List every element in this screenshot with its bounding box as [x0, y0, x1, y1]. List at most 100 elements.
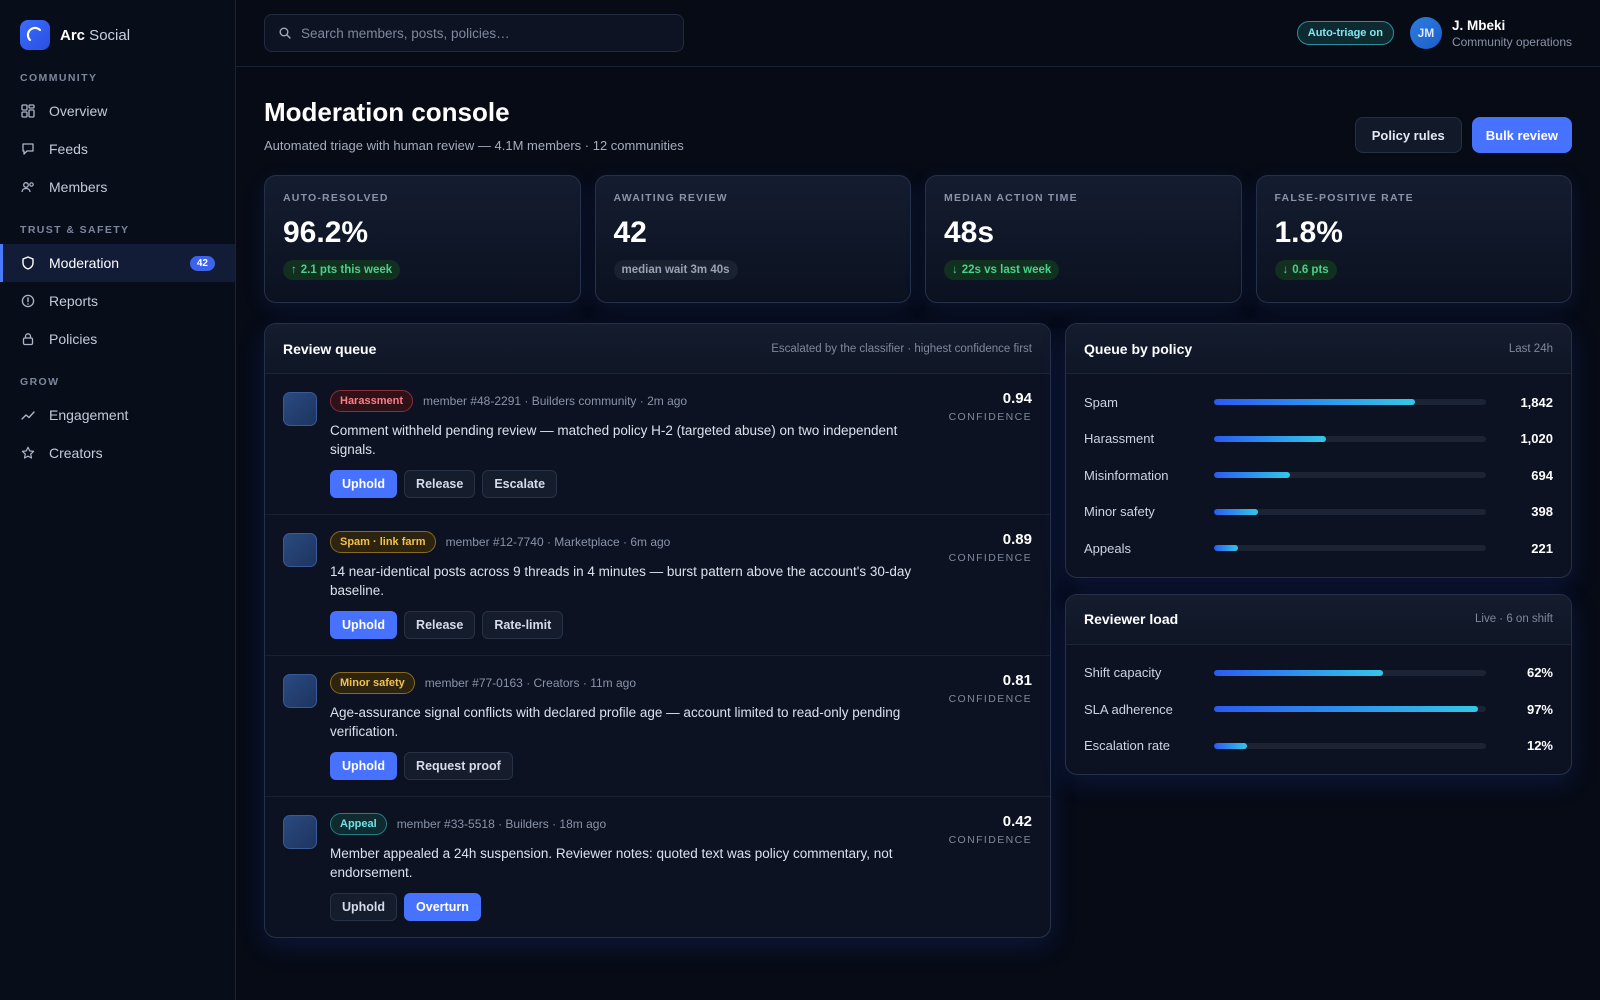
- sidebar-item-members[interactable]: Members: [0, 168, 235, 206]
- confidence-label: CONFIDENCE: [948, 693, 1032, 705]
- queue-item-body: Appeal member #33-5518 · Builders · 18m a…: [330, 813, 942, 921]
- sidebar-item-label: Overview: [49, 103, 108, 119]
- search-placeholder: Search members, posts, policies…: [301, 25, 510, 41]
- queue-item-text: Comment withheld pending review — matche…: [330, 423, 898, 457]
- queue-item-text: Member appealed a 24h suspension. Review…: [330, 846, 893, 880]
- auto-triage-badge[interactable]: Auto-triage on: [1296, 21, 1394, 45]
- bar-track: [1214, 742, 1486, 749]
- sidebar-item-label: Policies: [49, 331, 98, 347]
- bar-value: 1,020: [1520, 431, 1553, 447]
- bar-row: Spam 1,842: [1084, 384, 1553, 421]
- shield-icon: [20, 255, 36, 271]
- content-thumbnail[interactable]: [283, 392, 317, 426]
- content-thumbnail[interactable]: [283, 674, 317, 708]
- stat-trend-text: 2.1 pts this week: [300, 264, 393, 276]
- stat-label: MEDIAN ACTION TIME: [944, 192, 1078, 204]
- search-input[interactable]: Search members, posts, policies…: [264, 14, 684, 52]
- bar-label: Appeals: [1084, 540, 1131, 556]
- content-thumbnail[interactable]: [283, 815, 317, 849]
- nav-count-badge: 42: [189, 255, 215, 271]
- queue-item-actions: Uphold Release Rate-limit: [330, 611, 942, 639]
- sidebar-nav: COMMUNITY Overview Feeds Members TRUST & SAF…: [0, 72, 235, 472]
- queue-by-policy-title: Queue by policy: [1084, 340, 1193, 357]
- queue-item: Harassment member #48-2291 · Builders com…: [265, 374, 1050, 515]
- confidence-label: CONFIDENCE: [948, 411, 1032, 423]
- bar-track: [1214, 508, 1486, 515]
- sidebar-item-label: Members: [49, 179, 108, 195]
- policy-rules-button[interactable]: Policy rules: [1354, 117, 1462, 153]
- confidence-score: 0.89 CONFIDENCE: [942, 531, 1032, 639]
- queue-item-body: Spam · link farm member #12-7740 · Market…: [330, 531, 942, 639]
- stat-card: FALSE-POSITIVE RATE 1.8% ↓ 0.6 pts: [1255, 175, 1572, 303]
- nav-section-title: GROW: [20, 376, 60, 388]
- sidebar-item-policies[interactable]: Policies: [0, 320, 235, 358]
- brand-name: Arc Social: [60, 26, 131, 44]
- stat-card: AUTO-RESOLVED 96.2% ↑ 2.1 pts this week: [264, 175, 581, 303]
- side-column: Queue by policy Last 24h Spam 1,842 Harass…: [1065, 323, 1572, 938]
- sidebar-item-creators[interactable]: Creators: [0, 434, 235, 472]
- uphold-button[interactable]: Uphold: [330, 470, 398, 498]
- bar-fill: [1214, 508, 1258, 515]
- uphold-button[interactable]: Uphold: [330, 611, 398, 639]
- sidebar-item-feeds[interactable]: Feeds: [0, 130, 235, 168]
- bar-value: 398: [1531, 504, 1553, 520]
- main: Search members, posts, policies… Auto-tr…: [236, 0, 1600, 1000]
- sidebar-item-reports[interactable]: Reports: [0, 282, 235, 320]
- reviewer-load-title: Reviewer load: [1084, 611, 1179, 627]
- sidebar-item-engagement[interactable]: Engagement: [0, 396, 235, 434]
- stat-trend-chip: median wait 3m 40s: [613, 260, 738, 280]
- reviewer-load-panel: Reviewer load Live · 6 on shift Shift ca…: [1065, 593, 1572, 775]
- overturn-button[interactable]: Overturn: [404, 893, 481, 921]
- review-queue-panel: Review queue Escalated by the classifier…: [264, 323, 1051, 938]
- sidebar-item-label: Engagement: [49, 407, 129, 423]
- confidence-value: 0.81: [1002, 672, 1032, 689]
- queue-item: Minor safety member #77-0163 · Creators ·…: [265, 656, 1050, 797]
- bar-row: Appeals 221: [1084, 530, 1553, 567]
- queue-item-actions: Uphold Request proof: [330, 752, 942, 780]
- queue-item-body: Minor safety member #77-0163 · Creators ·…: [330, 672, 942, 780]
- alert-icon: [20, 293, 36, 309]
- bar-fill: [1214, 399, 1416, 406]
- stat-card: MEDIAN ACTION TIME 48s ↓ 22s vs last week: [925, 175, 1242, 303]
- bar-value: 694: [1531, 467, 1553, 483]
- escalate-button[interactable]: Escalate: [482, 470, 558, 498]
- content-thumbnail[interactable]: [283, 533, 317, 567]
- sidebar-item-moderation[interactable]: Moderation 42: [0, 244, 235, 282]
- avatar[interactable]: JM: [1409, 17, 1442, 49]
- release-button[interactable]: Release: [404, 470, 476, 498]
- arrow-down-icon: ↓: [1282, 264, 1289, 276]
- bar-label: Spam: [1084, 394, 1118, 410]
- confidence-score: 0.42 CONFIDENCE: [942, 813, 1032, 921]
- review-queue-header: Review queue Escalated by the classifier…: [265, 324, 1050, 374]
- queue-item-member: member #77-0163 · Creators · 11m ago: [424, 676, 637, 690]
- sidebar-item-overview[interactable]: Overview: [0, 92, 235, 130]
- bar-value: 62%: [1526, 665, 1553, 681]
- rate-limit-button[interactable]: Rate-limit: [482, 611, 564, 639]
- stat-trend-text: 0.6 pts: [1292, 264, 1329, 276]
- bar-fill: [1214, 706, 1478, 713]
- review-queue-note: Escalated by the classifier · highest co…: [771, 342, 1032, 355]
- stat-label: FALSE-POSITIVE RATE: [1274, 192, 1414, 204]
- queue-item-meta: Minor safety member #77-0163 · Creators ·…: [330, 672, 942, 694]
- bar-fill: [1214, 545, 1239, 552]
- policy-tag: Harassment: [330, 390, 413, 412]
- uphold-button[interactable]: Uphold: [330, 752, 398, 780]
- search-icon: [279, 27, 291, 39]
- review-queue-title: Review queue: [283, 340, 377, 357]
- queue-item-member: member #48-2291 · Builders community · 2…: [422, 394, 688, 408]
- request-proof-button[interactable]: Request proof: [404, 752, 513, 780]
- bulk-review-button[interactable]: Bulk review: [1471, 117, 1572, 153]
- brand[interactable]: Arc Social: [0, 18, 235, 52]
- stat-trend-text: median wait 3m 40s: [621, 264, 730, 276]
- release-button[interactable]: Release: [404, 611, 476, 639]
- bar-track: [1214, 435, 1486, 442]
- bar-value: 221: [1531, 540, 1553, 556]
- load-bars: Shift capacity 62% SLA adherence 97% Escalat…: [1066, 645, 1571, 775]
- arrow-up-icon: ↑: [291, 264, 297, 276]
- chat-icon: [20, 141, 36, 157]
- uphold-button[interactable]: Uphold: [330, 893, 398, 921]
- bar-label: Minor safety: [1084, 504, 1155, 520]
- policy-tag: Appeal: [330, 813, 387, 835]
- bar-track: [1214, 399, 1486, 406]
- bar-fill: [1214, 435, 1326, 442]
